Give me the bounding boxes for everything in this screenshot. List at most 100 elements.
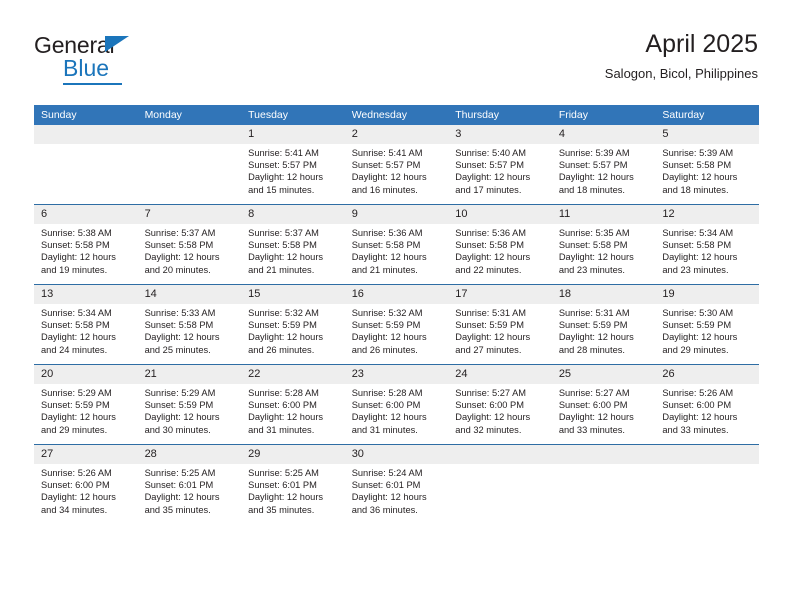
sunset-text: Sunset: 5:59 PM xyxy=(144,400,214,411)
calendar-day-cell[interactable]: 9 Sunrise: 5:36 AM Sunset: 5:58 PM Daylight… xyxy=(344,204,449,285)
sunset-text: Sunset: 6:00 PM xyxy=(558,400,628,411)
day-number: 22 xyxy=(241,365,345,384)
weekday-header-sunday: Sunday xyxy=(34,105,138,125)
weekday-header-thursday: Thursday xyxy=(448,105,552,125)
day-details: Sunrise: 5:28 AM Sunset: 6:00 PM Daylight:… xyxy=(241,384,345,436)
calendar-day-cell[interactable]: 1 Sunrise: 5:41 AM Sunset: 5:57 PM Daylight… xyxy=(241,125,345,205)
sunset-text: Sunset: 5:59 PM xyxy=(662,320,732,331)
calendar-day-cell[interactable]: 21 Sunrise: 5:29 AM Sunset: 5:59 PM Dayligh… xyxy=(137,364,242,445)
calendar-day-cell[interactable]: 14 Sunrise: 5:33 AM Sunset: 5:58 PM Dayligh… xyxy=(137,284,242,365)
sunrise-text: Sunrise: 5:28 AM xyxy=(351,388,423,398)
calendar-day-cell[interactable]: 17 Sunrise: 5:31 AM Sunset: 5:59 PM Dayligh… xyxy=(448,284,552,365)
daylight-text-line2: and 25 minutes. xyxy=(144,344,211,355)
daylight-text-line2: and 18 minutes. xyxy=(558,184,625,195)
calendar-day-cell[interactable]: 30 Sunrise: 5:24 AM Sunset: 6:01 PM Dayligh… xyxy=(344,444,449,524)
calendar-day-cell[interactable]: 27 Sunrise: 5:26 AM Sunset: 6:00 PM Dayligh… xyxy=(34,444,138,524)
calendar-cell-empty xyxy=(34,125,138,205)
daylight-text-line1: Daylight: 12 hours xyxy=(662,412,738,423)
calendar-day-cell[interactable]: 15 Sunrise: 5:32 AM Sunset: 5:59 PM Dayligh… xyxy=(241,284,345,365)
day-number xyxy=(34,125,138,144)
calendar-day-cell[interactable]: 19 Sunrise: 5:30 AM Sunset: 5:59 PM Dayligh… xyxy=(655,284,759,365)
day-number: 29 xyxy=(241,445,345,464)
calendar-day-cell[interactable]: 8 Sunrise: 5:37 AM Sunset: 5:58 PM Daylight… xyxy=(241,204,345,285)
day-number: 9 xyxy=(344,205,449,224)
sunset-text: Sunset: 5:58 PM xyxy=(455,240,524,251)
calendar-day-cell[interactable]: 26 Sunrise: 5:26 AM Sunset: 6:00 PM Dayligh… xyxy=(655,364,759,445)
daylight-text-line1: Daylight: 12 hours xyxy=(455,172,531,183)
calendar-day-cell[interactable]: 20 Sunrise: 5:29 AM Sunset: 5:59 PM Dayligh… xyxy=(34,364,138,445)
calendar-day-cell[interactable]: 5 Sunrise: 5:39 AM Sunset: 5:58 PM Daylight… xyxy=(655,125,759,205)
day-number: 28 xyxy=(137,445,242,464)
day-number: 7 xyxy=(137,205,242,224)
daylight-text-line1: Daylight: 12 hours xyxy=(351,252,427,263)
sunrise-text: Sunrise: 5:35 AM xyxy=(558,228,630,238)
calendar-day-cell[interactable]: 18 Sunrise: 5:31 AM Sunset: 5:59 PM Dayligh… xyxy=(551,284,656,365)
day-details: Sunrise: 5:30 AM Sunset: 5:59 PM Daylight:… xyxy=(655,304,759,356)
daylight-text-line1: Daylight: 12 hours xyxy=(41,492,116,503)
daylight-text-line1: Daylight: 12 hours xyxy=(248,492,324,503)
day-details: Sunrise: 5:40 AM Sunset: 5:57 PM Daylight:… xyxy=(448,144,552,196)
day-number: 30 xyxy=(344,445,449,464)
daylight-text-line1: Daylight: 12 hours xyxy=(662,332,738,343)
day-number: 2 xyxy=(344,125,449,144)
sunrise-text: Sunrise: 5:34 AM xyxy=(662,228,734,238)
daylight-text-line1: Daylight: 12 hours xyxy=(144,332,220,343)
calendar-week-row: 13 Sunrise: 5:34 AM Sunset: 5:58 PM Dayligh… xyxy=(34,284,759,365)
calendar-day-cell[interactable]: 29 Sunrise: 5:25 AM Sunset: 6:01 PM Dayligh… xyxy=(241,444,345,524)
sunrise-text: Sunrise: 5:34 AM xyxy=(41,308,112,318)
sunset-text: Sunset: 6:00 PM xyxy=(41,480,110,491)
day-details: Sunrise: 5:41 AM Sunset: 5:57 PM Daylight:… xyxy=(241,144,345,196)
day-number: 27 xyxy=(34,445,138,464)
calendar-day-cell[interactable]: 10 Sunrise: 5:36 AM Sunset: 5:58 PM Dayligh… xyxy=(448,204,552,285)
calendar-day-cell[interactable]: 2 Sunrise: 5:41 AM Sunset: 5:57 PM Daylight… xyxy=(344,125,449,205)
day-number: 20 xyxy=(34,365,138,384)
daylight-text-line1: Daylight: 12 hours xyxy=(351,412,427,423)
day-number xyxy=(448,445,552,464)
day-number: 5 xyxy=(655,125,759,144)
sunrise-text: Sunrise: 5:29 AM xyxy=(144,388,216,398)
daylight-text-line1: Daylight: 12 hours xyxy=(351,492,427,503)
calendar-day-cell[interactable]: 22 Sunrise: 5:28 AM Sunset: 6:00 PM Dayligh… xyxy=(241,364,345,445)
sunrise-text: Sunrise: 5:31 AM xyxy=(558,308,630,318)
sunset-text: Sunset: 5:58 PM xyxy=(144,240,214,251)
calendar-day-cell[interactable]: 28 Sunrise: 5:25 AM Sunset: 6:01 PM Dayligh… xyxy=(137,444,242,524)
sunset-text: Sunset: 5:59 PM xyxy=(455,320,524,331)
blue-triangle-icon xyxy=(105,36,129,52)
daylight-text-line2: and 23 minutes. xyxy=(558,264,625,275)
sunset-text: Sunset: 6:00 PM xyxy=(351,400,421,411)
general-blue-logo[interactable]: General Blue xyxy=(34,32,214,88)
day-details: Sunrise: 5:38 AM Sunset: 5:58 PM Daylight:… xyxy=(34,224,138,276)
calendar-day-cell[interactable]: 23 Sunrise: 5:28 AM Sunset: 6:00 PM Dayligh… xyxy=(344,364,449,445)
sunrise-text: Sunrise: 5:30 AM xyxy=(662,308,734,318)
calendar-day-cell[interactable]: 24 Sunrise: 5:27 AM Sunset: 6:00 PM Dayligh… xyxy=(448,364,552,445)
day-details: Sunrise: 5:34 AM Sunset: 5:58 PM Daylight:… xyxy=(34,304,138,356)
calendar-day-cell[interactable]: 25 Sunrise: 5:27 AM Sunset: 6:00 PM Dayligh… xyxy=(551,364,656,445)
daylight-text-line2: and 35 minutes. xyxy=(144,504,211,515)
sunrise-text: Sunrise: 5:39 AM xyxy=(662,148,734,158)
weekday-header-wednesday: Wednesday xyxy=(344,105,449,125)
calendar-day-cell[interactable]: 6 Sunrise: 5:38 AM Sunset: 5:58 PM Daylight… xyxy=(34,204,138,285)
calendar-week-row: 27 Sunrise: 5:26 AM Sunset: 6:00 PM Dayligh… xyxy=(34,444,759,524)
calendar-day-cell[interactable]: 4 Sunrise: 5:39 AM Sunset: 5:57 PM Daylight… xyxy=(551,125,656,205)
weekday-header-saturday: Saturday xyxy=(655,105,759,125)
day-number: 12 xyxy=(655,205,759,224)
calendar-day-cell[interactable]: 16 Sunrise: 5:32 AM Sunset: 5:59 PM Dayligh… xyxy=(344,284,449,365)
sunset-text: Sunset: 5:57 PM xyxy=(351,160,421,171)
calendar-day-cell[interactable]: 12 Sunrise: 5:34 AM Sunset: 5:58 PM Dayligh… xyxy=(655,204,759,285)
calendar-day-cell[interactable]: 7 Sunrise: 5:37 AM Sunset: 5:58 PM Daylight… xyxy=(137,204,242,285)
calendar-day-cell[interactable]: 3 Sunrise: 5:40 AM Sunset: 5:57 PM Daylight… xyxy=(448,125,552,205)
day-number xyxy=(551,445,656,464)
day-details: Sunrise: 5:26 AM Sunset: 6:00 PM Daylight:… xyxy=(34,464,138,516)
daylight-text-line2: and 28 minutes. xyxy=(558,344,625,355)
daylight-text-line2: and 32 minutes. xyxy=(455,424,522,435)
calendar-day-cell[interactable]: 13 Sunrise: 5:34 AM Sunset: 5:58 PM Dayligh… xyxy=(34,284,138,365)
day-number xyxy=(655,445,759,464)
calendar-cell-empty xyxy=(137,125,242,205)
sunrise-text: Sunrise: 5:32 AM xyxy=(248,308,319,318)
sunrise-text: Sunrise: 5:36 AM xyxy=(351,228,423,238)
calendar-day-cell[interactable]: 11 Sunrise: 5:35 AM Sunset: 5:58 PM Dayligh… xyxy=(551,204,656,285)
daylight-text-line2: and 22 minutes. xyxy=(455,264,522,275)
day-details: Sunrise: 5:39 AM Sunset: 5:57 PM Daylight:… xyxy=(552,144,656,196)
daylight-text-line2: and 23 minutes. xyxy=(662,264,729,275)
sunset-text: Sunset: 5:59 PM xyxy=(351,320,421,331)
